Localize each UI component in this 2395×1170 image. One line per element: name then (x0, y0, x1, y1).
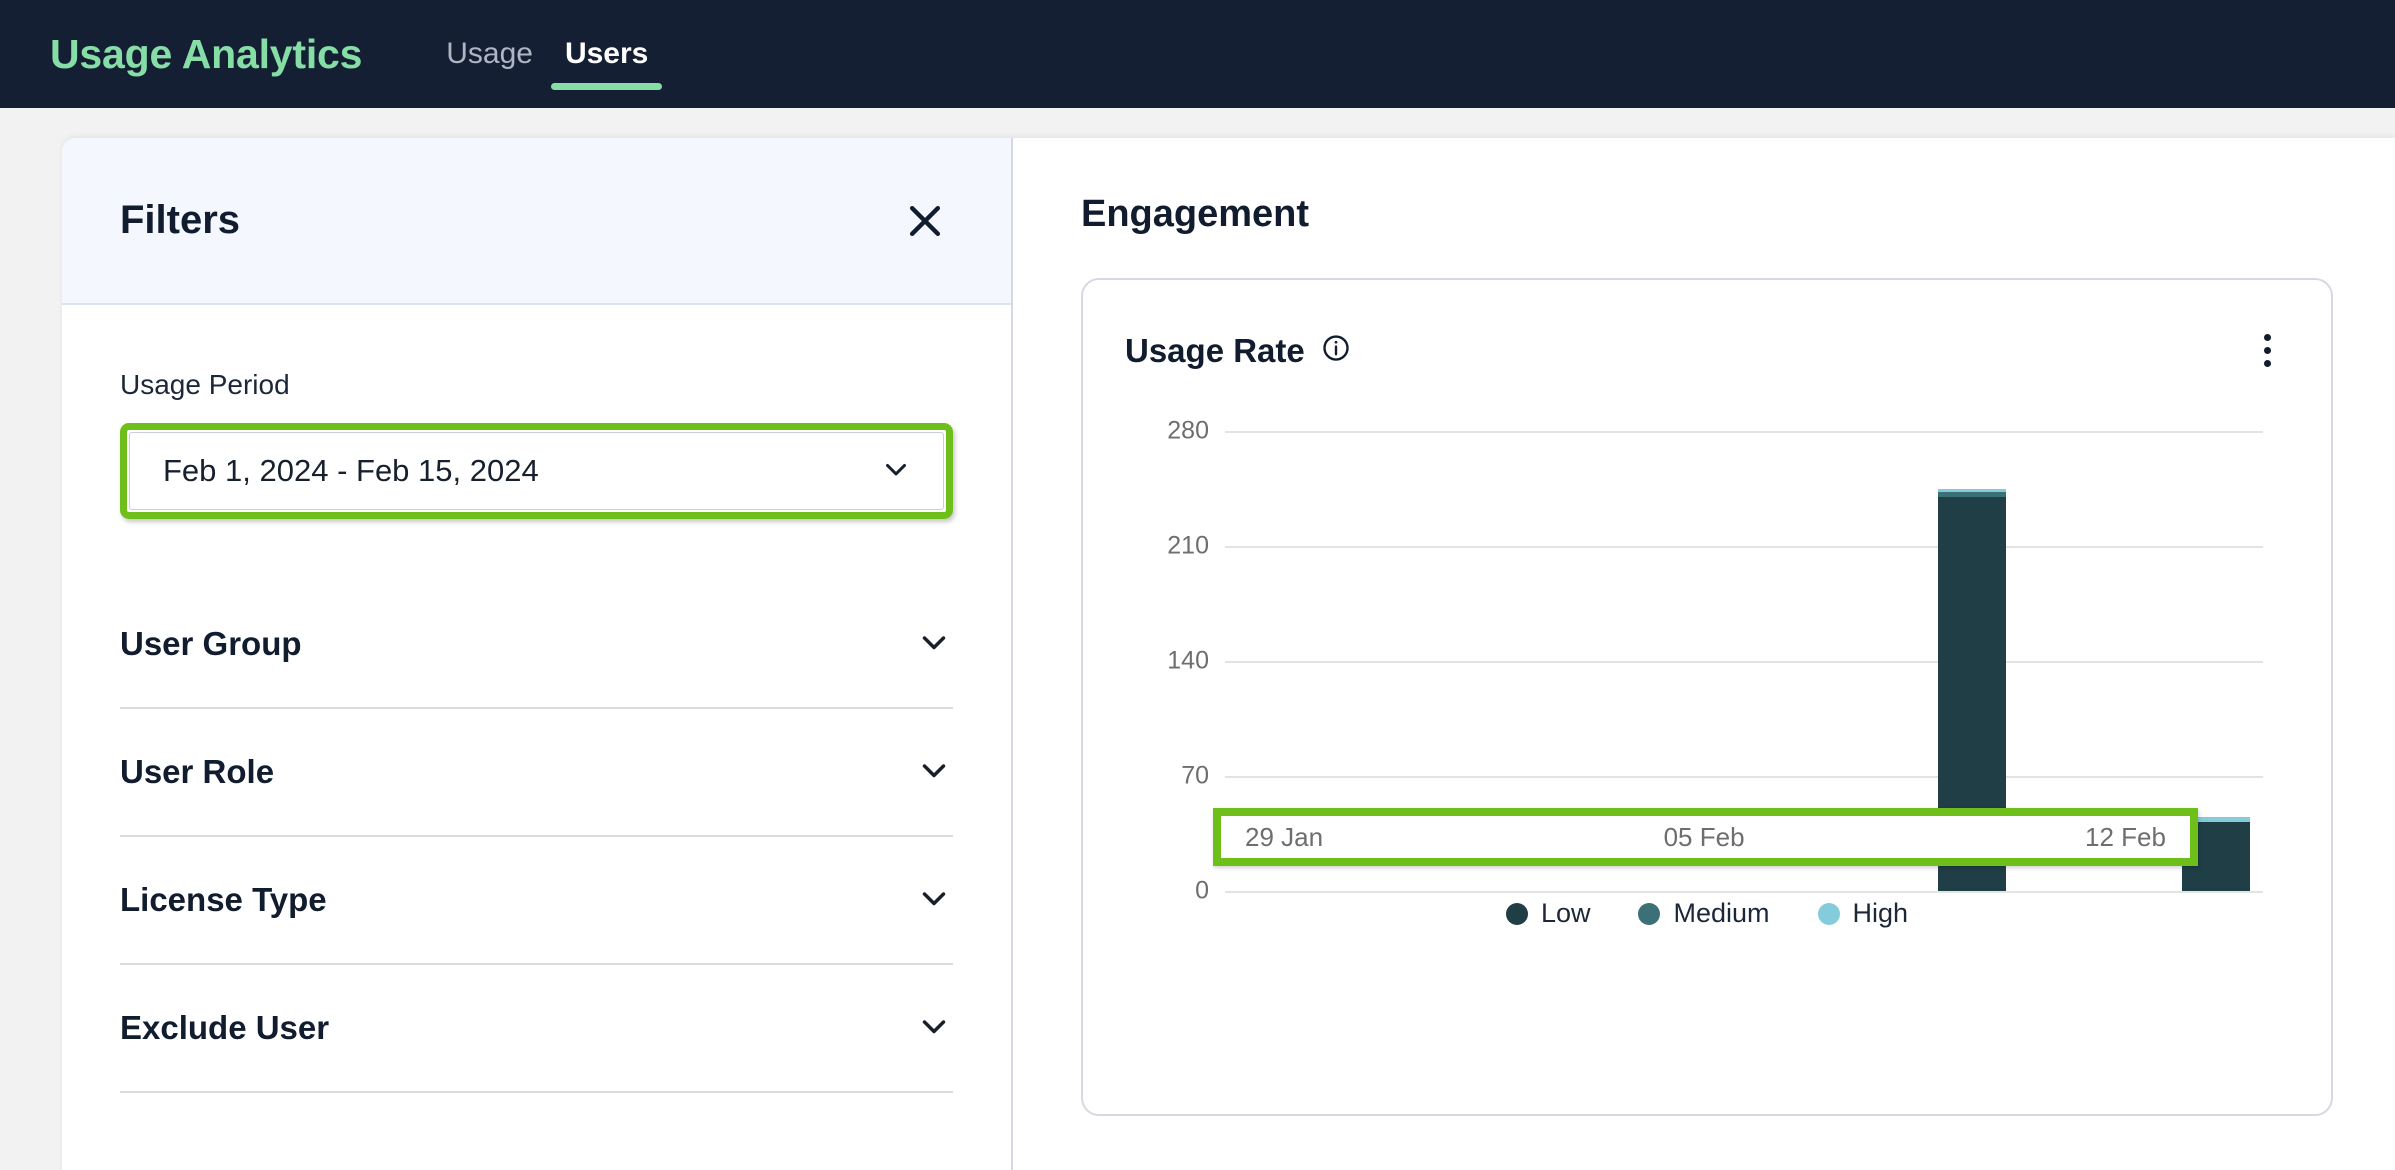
gridline (1225, 891, 2263, 893)
y-axis-tick: 210 (1125, 532, 1209, 561)
usage-rate-card: Usage Rate (1081, 278, 2333, 1116)
x-axis-labels-highlight: 29 Jan 05 Feb 12 Feb (1213, 808, 2198, 866)
tab-users-label: Users (565, 37, 648, 71)
close-icon[interactable] (894, 190, 956, 252)
usage-period-label: Usage Period (120, 369, 953, 401)
legend-label: High (1853, 898, 1909, 929)
app-brand-title: Usage Analytics (50, 31, 362, 78)
kebab-menu-icon[interactable] (2250, 328, 2285, 373)
tab-usage[interactable]: Usage (430, 0, 549, 108)
chevron-down-icon (915, 879, 953, 922)
legend-item-high[interactable]: High (1818, 898, 1909, 929)
legend-label: Low (1541, 898, 1591, 929)
y-axis-tick: 140 (1125, 647, 1209, 676)
tab-users[interactable]: Users (549, 0, 664, 108)
sidebar-item-label: User Role (120, 753, 274, 791)
y-axis-tick: 70 (1125, 762, 1209, 791)
page-title: Engagement (1081, 193, 2333, 236)
filters-panel: Filters Usage Period Feb 1, 2024 - Feb 1… (62, 138, 1013, 1170)
sidebar-item-label: Exclude User (120, 1009, 329, 1047)
card-header: Usage Rate (1125, 328, 2285, 373)
top-navigation-bar: Usage Analytics Usage Users (0, 0, 2395, 108)
legend-label: Medium (1673, 898, 1769, 929)
usage-period-value: Feb 1, 2024 - Feb 15, 2024 (163, 453, 539, 489)
usage-period-select[interactable]: Feb 1, 2024 - Feb 15, 2024 (129, 432, 944, 510)
chevron-down-icon (915, 1007, 953, 1050)
tab-usage-label: Usage (446, 37, 533, 71)
filters-panel-header: Filters (62, 138, 1011, 305)
chevron-down-icon (879, 452, 913, 491)
filters-body: Usage Period Feb 1, 2024 - Feb 15, 2024 … (62, 305, 1011, 1093)
chart-panel: Engagement Usage Rate (1013, 138, 2395, 1170)
sidebar-item-label: User Group (120, 625, 302, 663)
x-axis-tick: 29 Jan (1245, 822, 1323, 853)
workspace-surface: Filters Usage Period Feb 1, 2024 - Feb 1… (62, 138, 2395, 1170)
legend-swatch (1638, 903, 1660, 925)
sidebar-item-user-role[interactable]: User Role (120, 709, 953, 837)
sidebar-item-exclude-user[interactable]: Exclude User (120, 965, 953, 1093)
chevron-down-icon (915, 751, 953, 794)
legend-item-medium[interactable]: Medium (1638, 898, 1769, 929)
card-title-wrap: Usage Rate (1125, 332, 1351, 370)
legend-swatch (1818, 903, 1840, 925)
legend-swatch (1506, 903, 1528, 925)
sidebar-item-label: License Type (120, 881, 327, 919)
x-axis-tick: 12 Feb (2085, 822, 2166, 853)
chevron-down-icon (915, 623, 953, 666)
y-axis-tick: 280 (1125, 417, 1209, 446)
info-circle-icon[interactable] (1321, 333, 1351, 368)
usage-period-highlight-box: Feb 1, 2024 - Feb 15, 2024 (120, 423, 953, 519)
chart-legend: Low Medium High (1083, 898, 2331, 929)
card-title: Usage Rate (1125, 332, 1305, 370)
x-axis-tick: 05 Feb (1664, 822, 1745, 853)
sidebar-item-user-group[interactable]: User Group (120, 581, 953, 709)
filters-title: Filters (120, 198, 240, 243)
sidebar-item-license-type[interactable]: License Type (120, 837, 953, 965)
legend-item-low[interactable]: Low (1506, 898, 1591, 929)
page-body: Filters Usage Period Feb 1, 2024 - Feb 1… (0, 108, 2395, 1170)
